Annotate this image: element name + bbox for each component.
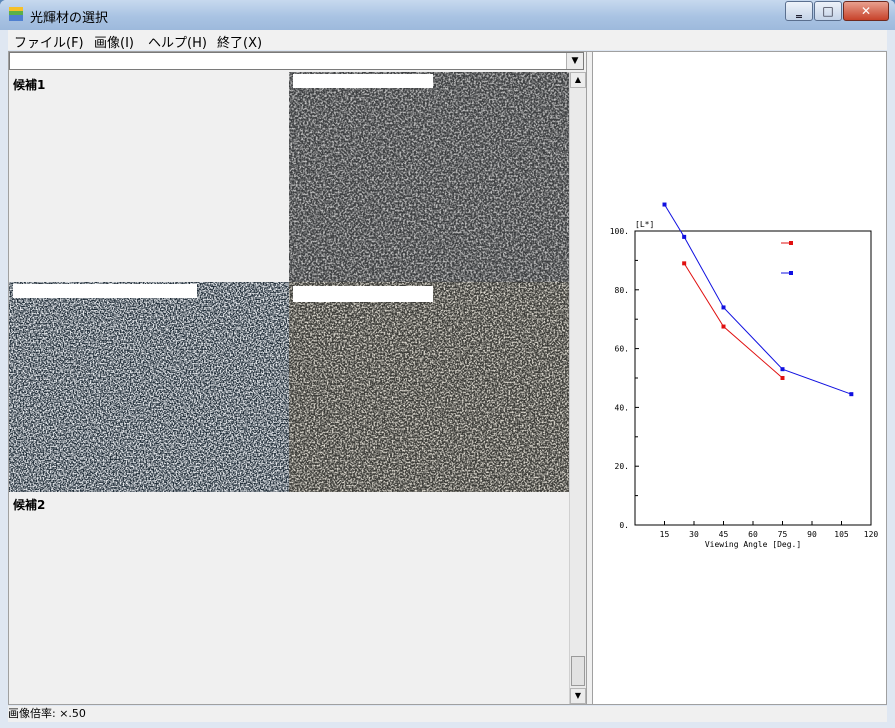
- viewer-scrollbar[interactable]: ▲ ▼: [569, 72, 586, 704]
- legend-marker: [789, 241, 793, 245]
- data-point: [780, 376, 785, 380]
- minimize-icon: ‗: [796, 4, 802, 18]
- texture-image-bottom-left[interactable]: [9, 282, 289, 492]
- series-line: [664, 204, 852, 395]
- menu-help[interactable]: ヘルプ(H): [148, 32, 207, 51]
- splitter-bar[interactable]: [586, 52, 593, 704]
- title-bar[interactable]: 光輝材の選択 ‗ □ ✕: [0, 0, 895, 30]
- texture-image-bottom-right[interactable]: [289, 282, 569, 492]
- data-point: [682, 261, 687, 266]
- y-tick-label: 100.: [610, 227, 629, 236]
- scroll-down-button[interactable]: ▼: [570, 688, 586, 704]
- y-tick-label: 60.: [615, 345, 629, 354]
- app-icon: [9, 7, 23, 21]
- plot-frame: [634, 230, 872, 526]
- close-button[interactable]: ✕: [843, 1, 889, 21]
- image-viewer: 候補1 候補2: [9, 72, 569, 704]
- scroll-up-button[interactable]: ▲: [570, 72, 586, 88]
- x-tick-label: 15: [660, 530, 670, 539]
- x-tick-label: 75: [778, 530, 788, 539]
- x-axis-label: Viewing Angle [Deg.]: [705, 540, 801, 549]
- data-point: [780, 367, 785, 372]
- texture-image-top-right[interactable]: [289, 72, 569, 282]
- texture-pattern: [289, 72, 569, 282]
- x-tick-label: 45: [719, 530, 729, 539]
- close-icon: ✕: [860, 4, 872, 18]
- zoom-status: 画像倍率: ×.50: [8, 707, 86, 720]
- menu-image[interactable]: 画像(I): [94, 32, 134, 51]
- y-tick-label: 40.: [615, 403, 629, 412]
- chart-panel: 0. 20. 40. 60. 80. 100. 15 30 45 60 75 90 105 120 [L*]…: [593, 52, 886, 704]
- menu-file[interactable]: ファイル(F): [14, 32, 84, 51]
- data-point: [721, 305, 726, 310]
- data-point: [849, 392, 854, 397]
- app-window: 光輝材の選択 ‗ □ ✕ ファイル(F) 画像(I) ヘルプ(H) 終了(X) …: [0, 0, 895, 728]
- y-tick-label: 20.: [615, 462, 629, 471]
- x-tick-label: 90: [807, 530, 817, 539]
- lightness-chart: 0. 20. 40. 60. 80. 100. 15 30 45 60 75 90 105 120 [L*]…: [610, 202, 879, 549]
- y-axis-label: [L*]: [635, 220, 654, 229]
- chevron-down-icon[interactable]: ▼: [566, 53, 583, 69]
- minimize-button[interactable]: ‗: [785, 1, 813, 21]
- status-bar: 画像倍率: ×.50: [8, 706, 887, 722]
- candidate-1-label: 候補1: [13, 78, 46, 92]
- x-tick-label: 30: [689, 530, 699, 539]
- x-tick-label: 120: [864, 530, 879, 539]
- maximize-icon: □: [822, 4, 834, 18]
- window-title: 光輝材の選択: [30, 11, 109, 26]
- candidate-2-label: 候補2: [13, 498, 46, 512]
- legend-marker: [789, 271, 793, 275]
- client-area: ▼ 候補1 候補2 ▲ ▼ 0. 20. 40. 60. 80. 100. 15…: [8, 51, 887, 705]
- series-line: [683, 263, 783, 379]
- y-tick-label: 80.: [615, 286, 629, 295]
- texture-pattern: [9, 282, 289, 492]
- x-tick-label: 60: [748, 530, 758, 539]
- menu-exit[interactable]: 終了(X): [217, 32, 262, 51]
- data-point: [682, 234, 687, 239]
- data-point: [662, 202, 667, 207]
- menu-bar: ファイル(F) 画像(I) ヘルプ(H) 終了(X): [8, 30, 887, 51]
- candidate-combo[interactable]: ▼: [9, 52, 584, 70]
- data-point: [721, 324, 726, 329]
- scroll-thumb[interactable]: [571, 656, 585, 686]
- maximize-button[interactable]: □: [814, 1, 842, 21]
- texture-pattern: [289, 282, 569, 492]
- x-tick-label: 105: [834, 530, 849, 539]
- y-tick-label: 0.: [619, 521, 629, 530]
